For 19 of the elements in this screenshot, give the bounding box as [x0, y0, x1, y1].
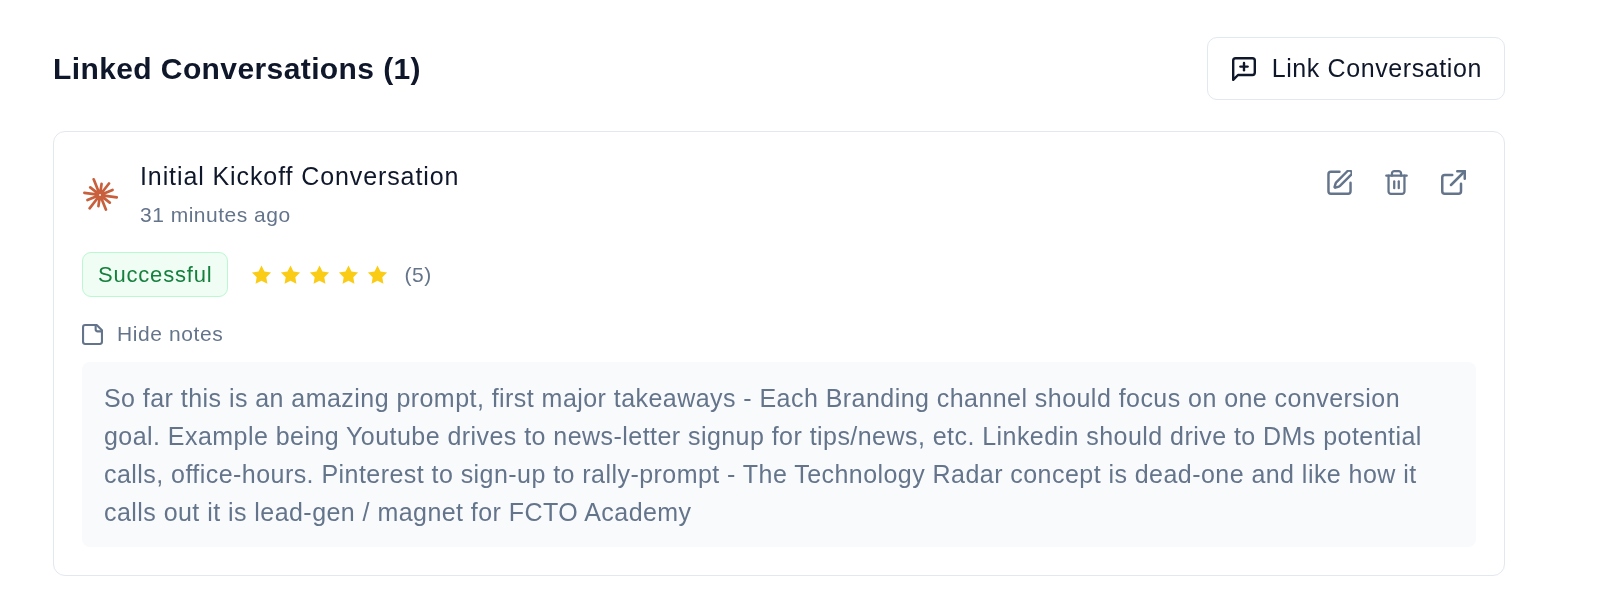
conversation-title: Initial Kickoff Conversation	[140, 161, 461, 192]
status-badge: Successful	[82, 252, 229, 297]
notes-text: So far this is an amazing prompt, first major takeaways - Each Branding channel should focus on one conversion goal. Example being Youtube drives to news-letter signup for tips/news, etc. Linkedin should drive to DMs potential calls, office-hours. Pinterest to sign-up to rally-prompt - The Technology Radar concept is dead-one and like how it calls out it is lead-gen / magnet for FCTO Academy	[82, 362, 1476, 547]
hide-notes-toggle[interactable]: Hide notes	[82, 321, 224, 347]
timestamp: 31 minutes ago	[140, 202, 292, 228]
chat-plus-icon	[1231, 56, 1256, 81]
trash-icon[interactable]	[1384, 170, 1409, 195]
rating-count: (5)	[404, 262, 432, 287]
section-title: Linked Conversations (1)	[53, 51, 421, 86]
edit-icon[interactable]	[1327, 170, 1352, 195]
external-link-icon[interactable]	[1441, 170, 1466, 195]
starburst-icon	[82, 177, 118, 213]
star-icon	[309, 264, 331, 285]
link-conversation-button[interactable]: Link Conversation	[1206, 37, 1505, 100]
star-icon	[338, 264, 360, 285]
star-icon	[367, 264, 389, 285]
star-icon	[280, 264, 302, 285]
note-icon	[82, 323, 103, 345]
star-icon	[251, 264, 273, 285]
